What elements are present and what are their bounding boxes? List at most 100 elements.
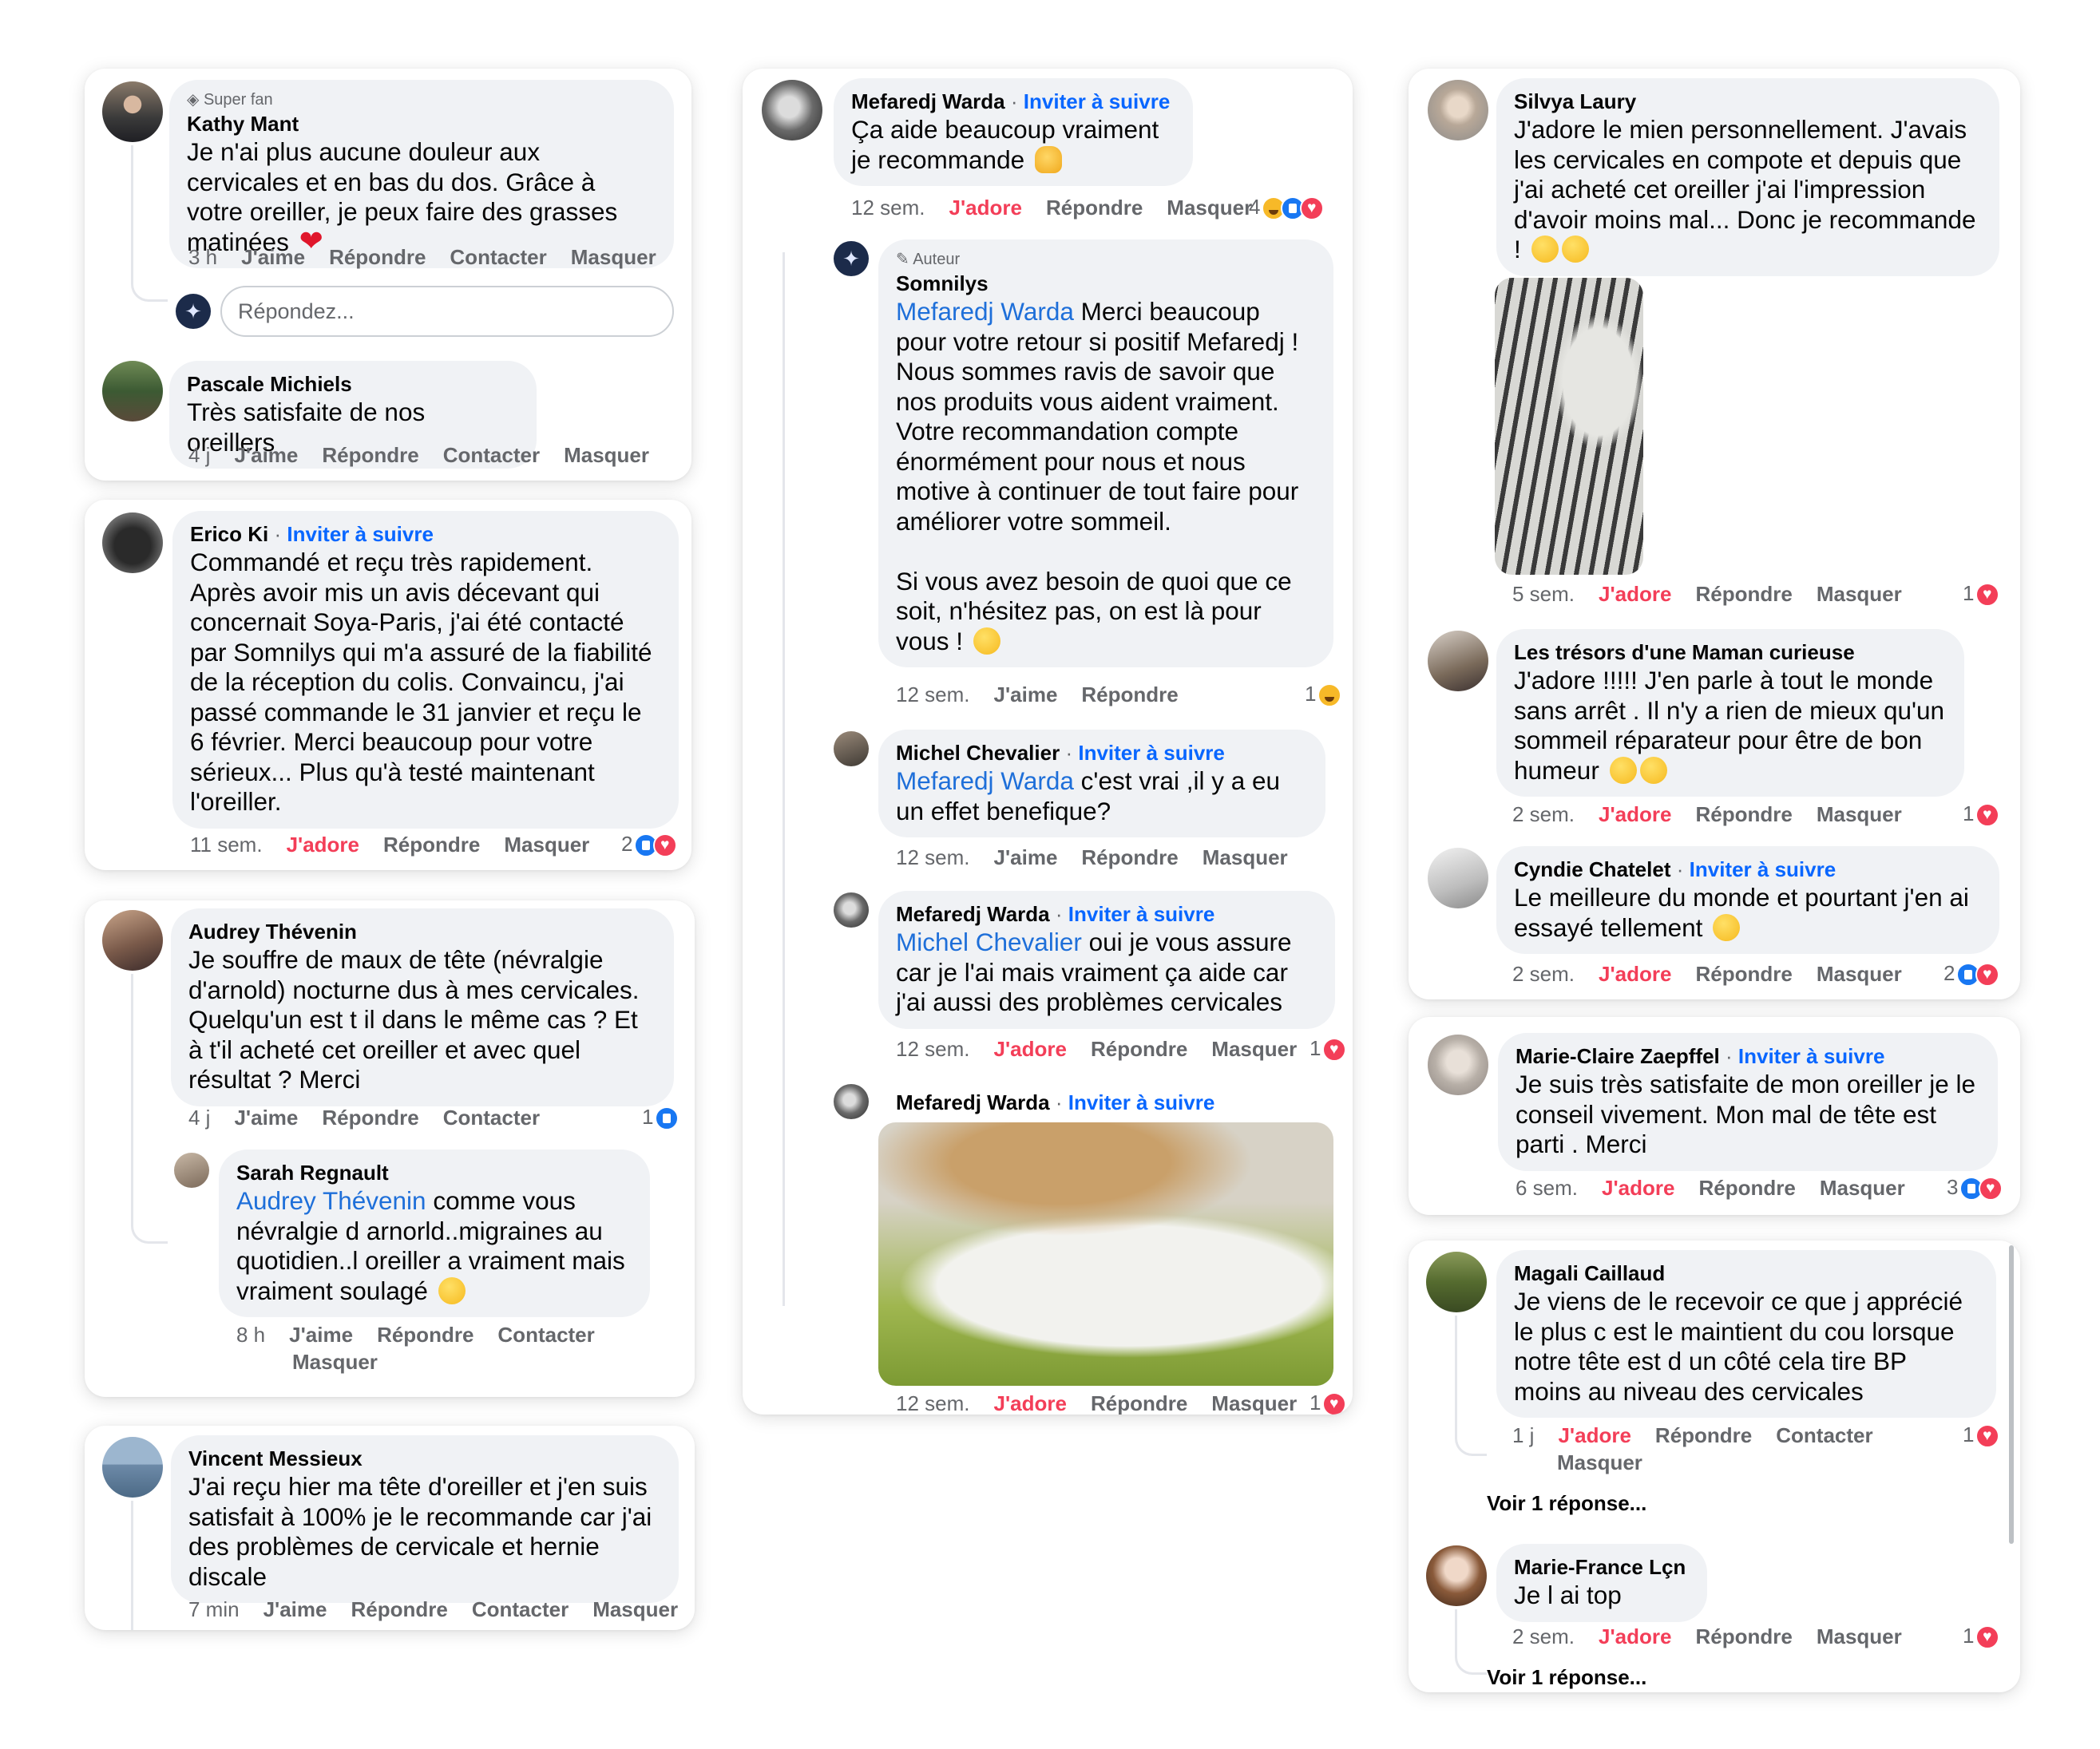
comment-time[interactable]: 12 sem. xyxy=(896,683,970,706)
page-avatar-somnilys[interactable]: ✦ xyxy=(834,241,869,276)
author-name[interactable]: Marie-France Lçn xyxy=(1514,1553,1690,1581)
author-name[interactable]: Somnilys xyxy=(896,270,1316,297)
author-name[interactable]: Mefaredj Warda · Inviter à suivre xyxy=(851,88,1175,115)
scrollbar[interactable] xyxy=(2009,1245,2014,1544)
reply-link[interactable]: Répondre xyxy=(1695,802,1792,826)
author-name[interactable]: Michel Chevalier · Inviter à suivre xyxy=(896,739,1308,766)
author-name[interactable]: Pascale Michiels xyxy=(187,370,519,398)
love-link[interactable]: J'adore xyxy=(1599,1624,1671,1648)
reply-link[interactable]: Répondre xyxy=(1091,1391,1187,1415)
comment-time[interactable]: 11 sem. xyxy=(190,833,263,857)
reaction-count[interactable]: 3 xyxy=(1947,1173,2003,1201)
hide-link[interactable]: Masquer xyxy=(1820,1176,1905,1200)
reply-link[interactable]: Répondre xyxy=(383,833,480,857)
avatar-cyndie[interactable] xyxy=(1428,848,1488,908)
comment-time[interactable]: 4 j xyxy=(188,443,210,467)
like-link[interactable]: J'aime xyxy=(994,845,1058,869)
pillow-photo[interactable] xyxy=(1495,278,1643,575)
comment-time[interactable]: 1 j xyxy=(1512,1423,1534,1447)
mention-link[interactable]: Mefaredj Warda xyxy=(896,297,1074,326)
comment-time[interactable]: 7 min xyxy=(188,1597,240,1621)
hide-link[interactable]: Masquer xyxy=(1817,962,1902,986)
reply-link[interactable]: Répondre xyxy=(1081,845,1178,869)
follow-link[interactable]: Inviter à suivre xyxy=(1068,902,1215,926)
love-link[interactable]: J'adore xyxy=(949,196,1022,220)
see-replies-link[interactable]: Voir 1 réponse... xyxy=(1487,1490,1646,1517)
avatar-tresors[interactable] xyxy=(1428,631,1488,691)
follow-link[interactable]: Inviter à suivre xyxy=(1738,1044,1885,1068)
reply-link[interactable]: Répondre xyxy=(1091,1037,1187,1061)
avatar-warda[interactable] xyxy=(762,80,822,140)
hide-link[interactable]: Masquer xyxy=(1817,1624,1902,1648)
reaction-count[interactable]: 2 xyxy=(621,830,677,858)
avatar-warda[interactable] xyxy=(834,1084,869,1119)
like-link[interactable]: J'aime xyxy=(263,1597,327,1621)
reaction-count[interactable]: 1 xyxy=(1310,1035,1346,1062)
mention-link[interactable]: Mefaredj Warda xyxy=(896,766,1074,795)
reply-link[interactable]: Répondre xyxy=(377,1323,473,1347)
hide-link[interactable]: Masquer xyxy=(1557,1450,1642,1474)
contact-link[interactable]: Contacter xyxy=(472,1597,569,1621)
avatar-kathy[interactable] xyxy=(102,81,163,142)
contact-link[interactable]: Contacter xyxy=(1776,1423,1872,1447)
avatar-mariefrance[interactable] xyxy=(1426,1545,1487,1606)
like-link[interactable]: J'aime xyxy=(234,443,298,467)
comment-time[interactable]: 2 sem. xyxy=(1512,1624,1575,1648)
hide-link[interactable]: Masquer xyxy=(564,443,649,467)
avatar-silvya[interactable] xyxy=(1428,80,1488,140)
comment-time[interactable]: 12 sem. xyxy=(896,845,970,869)
avatar-audrey[interactable] xyxy=(102,910,163,971)
like-link[interactable]: J'aime xyxy=(289,1323,353,1347)
avatar-marieclaire[interactable] xyxy=(1428,1035,1488,1095)
love-link[interactable]: J'adore xyxy=(1599,802,1671,826)
author-name[interactable]: Vincent Messieux xyxy=(188,1445,661,1472)
like-link[interactable]: J'aime xyxy=(241,245,305,269)
love-link[interactable]: J'adore xyxy=(994,1037,1067,1061)
comment-time[interactable]: 4 j xyxy=(188,1106,210,1130)
avatar-pascale[interactable] xyxy=(102,361,163,421)
comment-time[interactable]: 12 sem. xyxy=(896,1037,970,1061)
comment-time[interactable]: 3 h xyxy=(188,245,217,269)
hide-link[interactable]: Masquer xyxy=(504,833,589,857)
love-link[interactable]: J'adore xyxy=(1558,1423,1630,1447)
reaction-count[interactable]: 1 xyxy=(1963,580,1999,607)
author-name[interactable]: Mefaredj Warda · Inviter à suivre xyxy=(896,1089,1214,1116)
author-name[interactable]: Les trésors d'une Maman curieuse xyxy=(1514,639,1947,666)
reaction-count[interactable]: 2 xyxy=(1943,960,1999,987)
follow-link[interactable]: Inviter à suivre xyxy=(287,522,434,546)
comment-time[interactable]: 8 h xyxy=(236,1323,265,1347)
comment-time[interactable]: 12 sem. xyxy=(851,196,925,220)
reply-link[interactable]: Répondre xyxy=(1655,1423,1752,1447)
reaction-count[interactable]: 1 xyxy=(1963,1622,1999,1650)
reaction-count[interactable]: 1 xyxy=(1963,800,1999,828)
reply-link[interactable]: Répondre xyxy=(1695,582,1792,606)
reply-link[interactable]: Répondre xyxy=(1695,962,1792,986)
hide-link[interactable]: Masquer xyxy=(1211,1037,1297,1061)
love-link[interactable]: J'adore xyxy=(1599,582,1671,606)
reply-link[interactable]: Répondre xyxy=(1081,683,1178,706)
author-name[interactable]: Sarah Regnault xyxy=(236,1159,632,1186)
reaction-count[interactable]: 4 xyxy=(1249,193,1324,221)
author-name[interactable]: Cyndie Chatelet · Inviter à suivre xyxy=(1514,856,1982,883)
author-name[interactable]: Mefaredj Warda · Inviter à suivre xyxy=(896,900,1317,928)
reaction-count[interactable]: 1 xyxy=(1310,1389,1346,1415)
reply-link[interactable]: Répondre xyxy=(1046,196,1143,220)
reaction-count[interactable]: 1 xyxy=(1963,1421,1999,1449)
author-name[interactable]: Kathy Mant xyxy=(187,110,656,137)
reply-input[interactable]: Répondez... xyxy=(220,286,674,337)
reaction-count[interactable]: 1 xyxy=(642,1103,679,1131)
like-link[interactable]: J'aime xyxy=(234,1106,298,1130)
see-replies-link[interactable]: Voir 1 réponse... xyxy=(1487,1664,1646,1691)
hide-link[interactable]: Masquer xyxy=(1167,196,1252,220)
love-link[interactable]: J'adore xyxy=(1599,962,1671,986)
comment-time[interactable]: 5 sem. xyxy=(1512,582,1575,606)
pillow-photo[interactable] xyxy=(878,1122,1333,1386)
author-name[interactable]: Audrey Thévenin xyxy=(188,918,656,945)
hide-link[interactable]: Masquer xyxy=(1203,845,1288,869)
avatar-sarah[interactable] xyxy=(174,1153,209,1188)
reply-link[interactable]: Répondre xyxy=(1695,1624,1792,1648)
hide-link[interactable]: Masquer xyxy=(292,1350,378,1374)
contact-link[interactable]: Contacter xyxy=(450,245,546,269)
follow-link[interactable]: Inviter à suivre xyxy=(1024,89,1171,113)
hide-link[interactable]: Masquer xyxy=(1211,1391,1297,1415)
